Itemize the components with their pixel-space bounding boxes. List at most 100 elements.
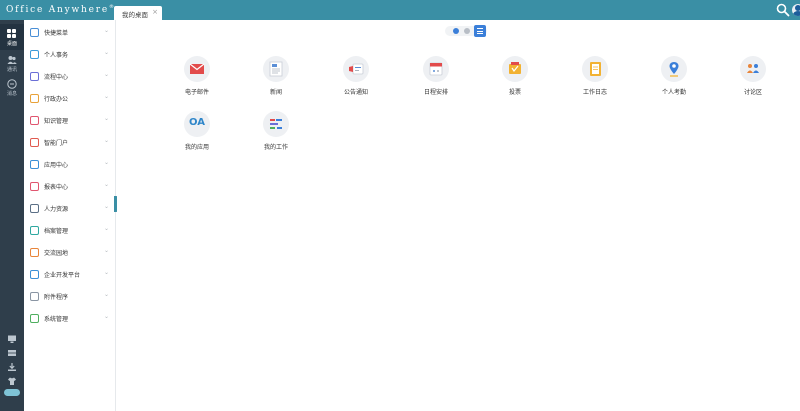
- sidebar-item-portal[interactable]: 智能门户 ⌄: [24, 132, 115, 154]
- sidebar-item-dev-platform[interactable]: 企业开发平台 ⌄: [24, 264, 115, 286]
- app-tile-worklog[interactable]: 工作日志: [567, 56, 623, 108]
- app-tile-my-work[interactable]: 我的工作: [248, 111, 304, 163]
- rail-item-messages[interactable]: 消息: [0, 74, 24, 100]
- monitor-icon[interactable]: [7, 334, 17, 344]
- sidebar-item-app-center[interactable]: 应用中心 ⌄: [24, 154, 115, 176]
- dev-platform-icon: [30, 270, 39, 279]
- sidebar-item-archive[interactable]: 档案管理 ⌄: [24, 220, 115, 242]
- app-tile-forum[interactable]: 讨论区: [725, 56, 781, 108]
- quick-menu-icon: [30, 28, 39, 37]
- app-tile-notice[interactable]: 公告通知: [328, 56, 384, 108]
- notice-icon: [343, 56, 369, 82]
- sidebar-item-label: 企业开发平台: [44, 272, 81, 279]
- top-header: Office Anywhere® 我的桌面 ×: [0, 0, 800, 20]
- app-label: 电子邮件: [184, 89, 209, 96]
- community-icon: [30, 248, 39, 257]
- chevron-down-icon: ⌄: [103, 49, 109, 56]
- chevron-down-icon: ⌄: [103, 115, 109, 122]
- app-tile-news[interactable]: 新闻: [248, 56, 304, 108]
- pager-dot-1[interactable]: [453, 28, 459, 34]
- inbox-icon[interactable]: [7, 348, 17, 358]
- attendance-icon: [661, 56, 687, 82]
- app-label: 我的工作: [263, 144, 288, 151]
- chevron-down-icon: ⌄: [103, 93, 109, 100]
- app-label: 我的应用: [184, 144, 209, 151]
- icon-rail: 桌面 通讯 消息: [0, 20, 24, 411]
- app-label: 讨论区: [743, 89, 762, 96]
- attachment-icon: [30, 292, 39, 301]
- app-tile-attendance[interactable]: 个人考勤: [646, 56, 702, 108]
- admin-office-icon: [30, 94, 39, 103]
- sidebar-item-hr[interactable]: 人力资源 ⌄: [24, 198, 115, 220]
- app-center-icon: [30, 160, 39, 169]
- sidebar-item-label: 应用中心: [44, 162, 69, 169]
- sidebar-item-quick-menu[interactable]: 快捷菜单 ⌄: [24, 22, 115, 44]
- vote-icon: [502, 56, 528, 82]
- my-work-icon: [263, 111, 289, 137]
- rail-item-contacts[interactable]: 通讯: [0, 50, 24, 76]
- sidebar-item-label: 智能门户: [44, 140, 69, 147]
- app-tile-oa[interactable]: OA 我的应用: [169, 111, 225, 163]
- sidebar-item-knowledge[interactable]: 知识管理 ⌄: [24, 110, 115, 132]
- chevron-down-icon: ⌄: [103, 203, 109, 210]
- chevron-down-icon: ⌄: [103, 71, 109, 78]
- app-label: 日程安排: [423, 89, 448, 96]
- sidebar-item-workflow[interactable]: 流程中心 ⌄: [24, 66, 115, 88]
- grid-icon: [7, 29, 17, 39]
- brand-logo: Office Anywhere®: [6, 4, 116, 15]
- pager-dot-2[interactable]: [464, 28, 470, 34]
- rail-item-desktop[interactable]: 桌面: [0, 24, 24, 50]
- sidebar-item-report[interactable]: 报表中心 ⌄: [24, 176, 115, 198]
- oa-icon: OA: [184, 111, 210, 137]
- sidebar-item-label: 系统管理: [44, 316, 69, 323]
- chevron-down-icon: ⌄: [103, 27, 109, 34]
- app-tile-calendar[interactable]: 日程安排: [408, 56, 464, 108]
- sidebar-item-community[interactable]: 交流园地 ⌄: [24, 242, 115, 264]
- app-label: 投票: [508, 89, 521, 96]
- app-label: 工作日志: [582, 89, 607, 96]
- brand-name: Office Anywhere: [6, 5, 109, 15]
- shirt-icon[interactable]: [7, 376, 17, 386]
- calendar-icon: [423, 56, 449, 82]
- sidebar-item-admin-office[interactable]: 行政办公 ⌄: [24, 88, 115, 110]
- sidebar-item-label: 交流园地: [44, 250, 69, 257]
- archive-icon: [30, 226, 39, 235]
- list-view-icon[interactable]: [474, 25, 486, 37]
- sidebar-item-attachment[interactable]: 附件程序 ⌄: [24, 286, 115, 308]
- personal-affairs-icon: [30, 50, 39, 59]
- chevron-down-icon: ⌄: [103, 247, 109, 254]
- chevron-down-icon: ⌄: [103, 159, 109, 166]
- hr-icon: [30, 204, 39, 213]
- user-avatar[interactable]: [792, 4, 800, 16]
- knowledge-icon: [30, 116, 39, 125]
- sidebar-item-label: 知识管理: [44, 118, 69, 125]
- sidebar-item-system[interactable]: 系统管理 ⌄: [24, 308, 115, 330]
- chevron-down-icon: ⌄: [103, 291, 109, 298]
- chevron-down-icon: ⌄: [103, 269, 109, 276]
- chevron-down-icon: ⌄: [103, 137, 109, 144]
- download-icon[interactable]: [7, 362, 17, 372]
- rail-label: 通讯: [6, 67, 17, 73]
- workflow-icon: [30, 72, 39, 81]
- report-icon: [30, 182, 39, 191]
- chevron-down-icon: ⌄: [103, 313, 109, 320]
- app-tile-email[interactable]: 电子邮件: [169, 56, 225, 108]
- portal-icon: [30, 138, 39, 147]
- tab-my-desktop[interactable]: 我的桌面 ×: [114, 6, 162, 20]
- forum-icon: [740, 56, 766, 82]
- app-label: 公告通知: [343, 89, 368, 96]
- app-tile-vote[interactable]: 投票: [487, 56, 543, 108]
- sidebar-item-label: 快捷菜单: [44, 30, 69, 37]
- sidebar-menu: 快捷菜单 ⌄ 个人事务 ⌄ 流程中心 ⌄ 行政办公 ⌄ 知识管理 ⌄ 智能门户 ⌄ 应用中心 ⌄ 报表中心 ⌄…: [24, 20, 116, 411]
- chevron-down-icon: ⌄: [103, 181, 109, 188]
- worklog-icon: [582, 56, 608, 82]
- status-pill[interactable]: [4, 389, 20, 396]
- tab-label: 我的桌面: [122, 11, 148, 19]
- tab-close-icon[interactable]: ×: [152, 8, 158, 16]
- sidebar-item-label: 附件程序: [44, 294, 69, 301]
- search-icon[interactable]: [776, 3, 790, 17]
- sidebar-item-personal-affairs[interactable]: 个人事务 ⌄: [24, 44, 115, 66]
- sidebar-item-label: 人力资源: [44, 206, 69, 213]
- sidebar-item-label: 报表中心: [44, 184, 69, 191]
- app-label: 新闻: [269, 89, 282, 96]
